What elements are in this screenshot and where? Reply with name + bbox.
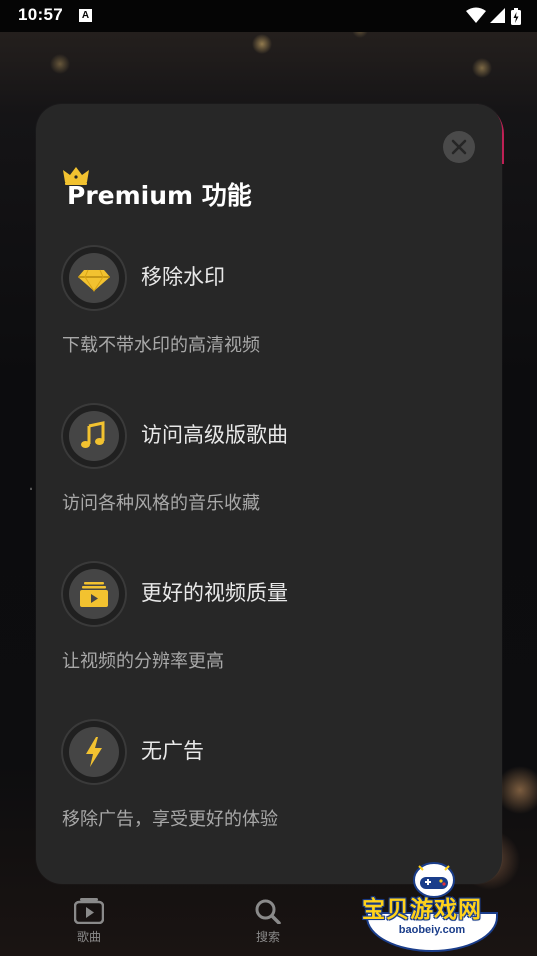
tab-songs[interactable]: 歌曲 [59,898,119,945]
status-time: 10:57 [18,5,63,24]
tab-search-label: 搜索 [255,930,280,944]
tab-songs-label: 歌曲 [76,930,101,944]
notification-icon: A [79,9,92,22]
feature-description: 下载不带水印的高清视频 [62,335,260,356]
watermark-text: 宝贝游戏网 [362,897,482,923]
feature-description: 移除广告，享受更好的体验 [62,809,278,830]
diamond-icon [78,269,110,292]
feature-title: 访问高级版歌曲 [141,423,288,447]
modal-title: Premium 功能 [67,181,252,210]
wifi-icon [466,7,486,23]
close-icon [451,139,467,155]
premium-modal: Premium 功能 移除水印 下载不带水印的高清视频 访问高级版歌曲 访问各种… [36,104,502,884]
tab-search[interactable]: 搜索 [238,898,298,945]
feature-icon-badge [61,561,127,627]
video-quality-icon [80,582,108,607]
play-icon [74,898,104,924]
feature-title: 移除水印 [141,265,225,289]
status-bar: 10:57 A [0,0,537,32]
status-icons [465,6,523,26]
battery-icon [511,8,521,25]
close-button[interactable] [443,131,475,163]
search-icon [255,899,281,924]
feature-icon-badge [61,403,127,469]
music-note-icon [81,421,105,448]
feature-icon-badge [61,719,127,785]
signal-icon [490,8,505,23]
feature-title: 更好的视频质量 [141,581,288,605]
app-screen: 10:57 A … [0,0,537,956]
feature-description: 访问各种风格的音乐收藏 [62,493,260,514]
feature-icon-badge [61,245,127,311]
feature-description: 让视频的分辨率更高 [62,651,224,672]
lightning-icon [86,737,102,767]
watermark-url: baobeiy.com [398,924,466,936]
feature-title: 无广告 [141,739,204,763]
site-watermark: 宝贝游戏网 baobeiy.com [360,860,510,952]
